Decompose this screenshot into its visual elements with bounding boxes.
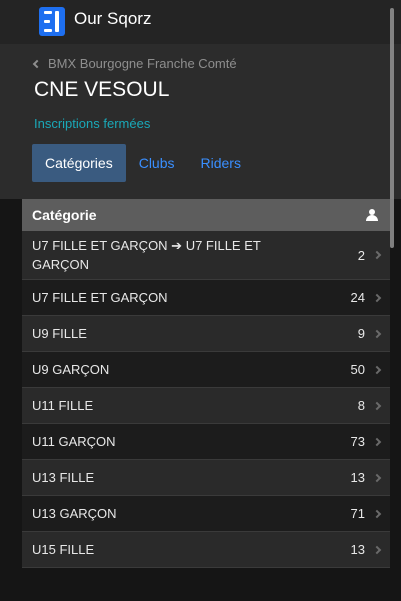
row-category: U13 GARÇON xyxy=(32,506,117,521)
row-count: 73 xyxy=(350,434,365,449)
chevron-right-icon xyxy=(372,293,382,302)
breadcrumb-label: BMX Bourgogne Franche Comté xyxy=(48,56,237,71)
row-category: U15 FILLE xyxy=(32,542,95,557)
chevron-right-icon xyxy=(372,509,382,518)
page-title: CNE VESOUL xyxy=(34,78,170,101)
table-row[interactable]: U11 FILLE 8 xyxy=(22,388,390,424)
row-count: 8 xyxy=(357,398,365,413)
chevron-right-icon xyxy=(372,401,382,410)
chevron-right-icon xyxy=(372,250,382,260)
scrollbar[interactable] xyxy=(390,8,394,248)
row-category: U7 FILLE ET GARÇON ➔ U7 FILLE ET GARÇON xyxy=(32,238,261,272)
row-category: U9 FILLE xyxy=(32,326,87,341)
chevron-right-icon xyxy=(372,473,382,482)
chevron-right-icon xyxy=(372,365,382,374)
row-count: 24 xyxy=(350,290,365,305)
table-row[interactable]: U9 FILLE 9 xyxy=(22,316,390,352)
row-count: 9 xyxy=(357,326,365,341)
row-count: 13 xyxy=(350,542,365,557)
row-category: U13 FILLE xyxy=(32,470,95,485)
event-header: BMX Bourgogne Franche Comté CNE VESOUL I… xyxy=(0,44,401,199)
app-title: Our Sqorz xyxy=(74,9,152,28)
row-category: U11 FILLE xyxy=(32,398,94,413)
table-row[interactable]: U15 FILLE 13 xyxy=(22,532,390,568)
chevron-right-icon xyxy=(372,545,382,554)
table-row[interactable]: U11 GARÇON 73 xyxy=(22,424,390,460)
tab-bar: Catégories Clubs Riders xyxy=(32,144,254,182)
tab-riders[interactable]: Riders xyxy=(188,144,254,182)
tab-categories[interactable]: Catégories xyxy=(32,144,126,182)
category-list: U7 FILLE ET GARÇON ➔ U7 FILLE ET GARÇON … xyxy=(22,231,390,568)
table-row[interactable]: U9 GARÇON 50 xyxy=(22,352,390,388)
row-count: 2 xyxy=(357,247,365,263)
row-category: U9 GARÇON xyxy=(32,362,110,377)
chevron-left-icon xyxy=(32,59,42,68)
person-icon xyxy=(366,209,378,221)
chevron-right-icon xyxy=(372,329,382,338)
app-logo-icon[interactable] xyxy=(39,7,65,36)
tab-clubs[interactable]: Clubs xyxy=(126,144,188,182)
row-count: 50 xyxy=(350,362,365,377)
breadcrumb-back-link[interactable]: BMX Bourgogne Franche Comté xyxy=(32,56,237,71)
chevron-right-icon xyxy=(372,437,382,446)
table-row[interactable]: U7 FILLE ET GARÇON ➔ U7 FILLE ET GARÇON … xyxy=(22,231,390,280)
row-category: U11 GARÇON xyxy=(32,434,116,449)
column-header-category: Catégorie xyxy=(32,207,97,223)
table-row[interactable]: U13 FILLE 13 xyxy=(22,460,390,496)
row-count: 13 xyxy=(350,470,365,485)
table-row[interactable]: U13 GARÇON 71 xyxy=(22,496,390,532)
app-top-bar: Our Sqorz xyxy=(0,0,401,44)
registration-status: Inscriptions fermées xyxy=(34,116,151,131)
row-category: U7 FILLE ET GARÇON xyxy=(32,290,168,305)
table-row[interactable]: U7 FILLE ET GARÇON 24 xyxy=(22,280,390,316)
table-header: Catégorie xyxy=(22,199,390,231)
row-count: 71 xyxy=(350,506,365,521)
